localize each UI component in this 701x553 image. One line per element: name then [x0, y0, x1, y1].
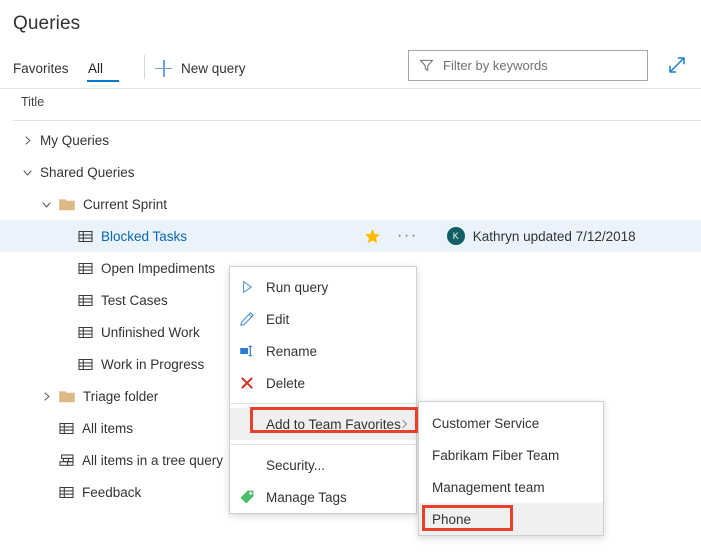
menu-icon-placeholder: [239, 457, 255, 473]
menu-item[interactable]: Rename: [230, 335, 416, 367]
folder-icon: [59, 198, 75, 211]
menu-item-label: Manage Tags: [266, 490, 347, 505]
avatar: K: [447, 227, 465, 245]
chevron-down-icon[interactable]: [41, 199, 52, 210]
chevron-right-icon: [400, 420, 409, 429]
submenu-item[interactable]: Phone: [419, 503, 603, 535]
query-grid-icon: [78, 357, 93, 372]
context-menu: Run query Edit Rename Delete Add to Team Fav…: [229, 266, 417, 514]
search-input[interactable]: [443, 58, 633, 73]
tree-item-label: Blocked Tasks: [101, 229, 187, 244]
menu-item[interactable]: Run query: [230, 271, 416, 303]
menu-item[interactable]: Security...: [230, 449, 416, 481]
tree-row[interactable]: Blocked Tasks ··· K Kathryn updated 7/12/20…: [0, 220, 701, 252]
submenu-item-label: Phone: [432, 512, 471, 527]
query-grid-icon: [78, 261, 93, 276]
submenu-item-label: Fabrikam Fiber Team: [432, 448, 559, 463]
menu-item[interactable]: Edit: [230, 303, 416, 335]
more-actions-icon[interactable]: ···: [397, 232, 418, 240]
new-query-button[interactable]: New query: [155, 48, 246, 88]
menu-icon-placeholder: [239, 416, 255, 432]
star-filled-icon[interactable]: [364, 228, 381, 245]
rename-icon: [239, 343, 255, 359]
tree-row[interactable]: Current Sprint: [0, 188, 701, 220]
tab-all-label: All: [88, 61, 103, 76]
page-title: Queries: [13, 13, 80, 35]
pencil-icon: [239, 311, 255, 327]
menu-separator: [230, 444, 416, 445]
tree-item-label: Shared Queries: [40, 165, 135, 180]
tree-item-label: Current Sprint: [83, 197, 167, 212]
chevron-right-icon[interactable]: [22, 135, 33, 146]
menu-item[interactable]: Manage Tags: [230, 481, 416, 513]
menu-item-label: Security...: [266, 458, 325, 473]
tab-favorites[interactable]: Favorites: [13, 48, 69, 88]
submenu-item-label: Management team: [432, 480, 545, 495]
tab-active-indicator: [87, 80, 119, 82]
menu-item-label: Delete: [266, 376, 305, 391]
menu-item-label: Run query: [266, 280, 328, 295]
tree-item-label: Work in Progress: [101, 357, 204, 372]
row-meta: ··· K Kathryn updated 7/12/2018: [364, 220, 636, 252]
menu-item-label: Edit: [266, 312, 289, 327]
tree-item-label: My Queries: [40, 133, 109, 148]
menu-item[interactable]: Add to Team Favorites: [230, 408, 416, 440]
submenu-item[interactable]: Customer Service: [419, 407, 603, 439]
query-grid-icon: [78, 325, 93, 340]
plus-icon: [155, 60, 172, 77]
close-x-icon: [239, 375, 255, 391]
pencil-icon: [239, 311, 255, 327]
tree-item-label: Test Cases: [101, 293, 168, 308]
funnel-icon: [419, 58, 434, 73]
tree-row[interactable]: My Queries: [0, 124, 701, 156]
tag-icon: [239, 489, 255, 505]
rename-icon: [239, 343, 255, 359]
play-icon: [239, 279, 255, 295]
expand-diagonal-icon[interactable]: [664, 52, 690, 78]
close-x-icon: [239, 375, 255, 391]
tree-item-label: All items in a tree query: [82, 453, 223, 468]
chevron-down-icon[interactable]: [22, 167, 33, 178]
submenu-item[interactable]: Management team: [419, 471, 603, 503]
column-header-title: Title: [21, 95, 44, 109]
header-divider: [0, 88, 701, 89]
query-grid-icon: [59, 485, 74, 500]
menu-separator: [230, 403, 416, 404]
tag-icon: [239, 489, 255, 505]
menu-item-label: Rename: [266, 344, 317, 359]
tab-favorites-label: Favorites: [13, 61, 69, 76]
column-header-divider: [13, 120, 701, 121]
tab-all[interactable]: All: [88, 48, 103, 88]
chevron-right-icon[interactable]: [41, 391, 52, 402]
filter-field[interactable]: [408, 50, 648, 81]
tree-item-label: Open Impediments: [101, 261, 215, 276]
menu-item[interactable]: Delete: [230, 367, 416, 399]
submenu-item-label: Customer Service: [432, 416, 539, 431]
query-grid-icon: [78, 229, 93, 244]
tree-query-icon: [59, 453, 74, 468]
tree-item-label: Unfinished Work: [101, 325, 200, 340]
tree-item-label: All items: [82, 421, 133, 436]
menu-item-label: Add to Team Favorites: [266, 417, 401, 432]
folder-icon: [59, 390, 75, 403]
play-icon: [239, 279, 255, 295]
tree-row[interactable]: Shared Queries: [0, 156, 701, 188]
query-grid-icon: [59, 421, 74, 436]
tree-item-label: Triage folder: [83, 389, 158, 404]
toolbar-divider: [144, 55, 145, 79]
query-grid-icon: [78, 293, 93, 308]
team-favorites-submenu: Customer Service Fabrikam Fiber Team Manag…: [418, 401, 604, 536]
updated-by-text: Kathryn updated 7/12/2018: [473, 229, 636, 244]
submenu-item[interactable]: Fabrikam Fiber Team: [419, 439, 603, 471]
tree-item-label: Feedback: [82, 485, 141, 500]
new-query-label: New query: [181, 61, 246, 76]
